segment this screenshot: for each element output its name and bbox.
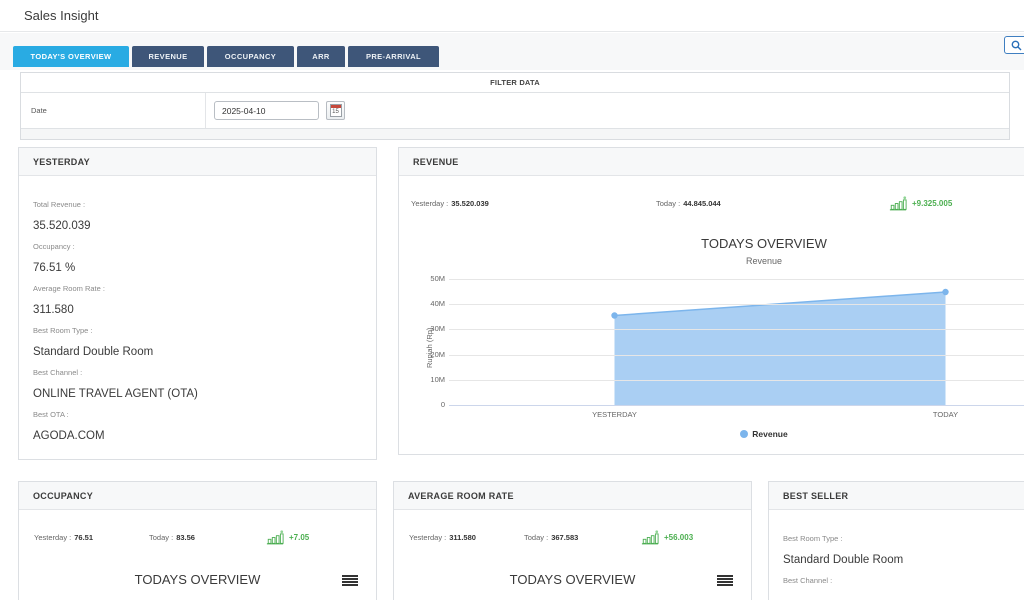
yesterday-stat: Yesterday : 311.580 bbox=[409, 528, 476, 546]
search-button[interactable] bbox=[1004, 36, 1024, 54]
field-label: Best Channel : bbox=[783, 576, 832, 585]
delta-value: +56.003 bbox=[664, 533, 693, 542]
legend-label: Revenue bbox=[752, 429, 787, 439]
average-room-rate-card: AVERAGE ROOM RATE Yesterday : 311.580 To… bbox=[393, 481, 752, 600]
chart-title: TODAYS OVERVIEW bbox=[399, 236, 1024, 251]
gridline bbox=[449, 355, 1024, 356]
field-label: Total Revenue : bbox=[33, 200, 85, 209]
tab-occupancy[interactable]: OCCUPANCY bbox=[207, 46, 294, 67]
yesterday-card-header: YESTERDAY bbox=[19, 148, 376, 176]
delta-value: +7.05 bbox=[289, 533, 309, 542]
gridline bbox=[449, 279, 1024, 280]
arr-card-title: AVERAGE ROOM RATE bbox=[394, 491, 514, 501]
growth-icon bbox=[266, 530, 284, 545]
legend-item-revenue[interactable]: Revenue bbox=[399, 429, 1024, 439]
tab-todays-overview[interactable]: TODAY'S OVERVIEW bbox=[13, 46, 129, 67]
data-point-yesterday[interactable] bbox=[611, 312, 617, 318]
revenue-card-header: REVENUE bbox=[399, 148, 1024, 176]
area-fill bbox=[615, 292, 946, 405]
gridline bbox=[449, 380, 1024, 381]
occupancy-card: OCCUPANCY Yesterday : 76.51 Today : 83.5… bbox=[18, 481, 377, 600]
x-tick-yesterday: YESTERDAY bbox=[592, 410, 637, 419]
revenue-card: REVENUE Yesterday : 35.520.039 Today : 4… bbox=[398, 147, 1024, 455]
calendar-icon: 15 bbox=[330, 104, 342, 117]
date-label: Date bbox=[21, 93, 206, 128]
yesterday-card-title: YESTERDAY bbox=[19, 157, 90, 167]
area-series bbox=[449, 279, 1024, 405]
legend-marker-icon bbox=[740, 430, 748, 438]
revenue-card-title: REVENUE bbox=[399, 157, 459, 167]
field-label: Best Room Type : bbox=[33, 326, 92, 335]
growth-icon bbox=[889, 196, 907, 211]
hamburger-icon bbox=[717, 575, 733, 577]
revenue-area-chart: YESTERDAY TODAY 010M20M30M40M50M bbox=[449, 279, 1024, 405]
search-icon bbox=[1011, 40, 1022, 51]
top-bar: Sales Insight bbox=[0, 0, 1024, 32]
field-label: Average Room Rate : bbox=[33, 284, 105, 293]
calendar-button[interactable]: 15 bbox=[326, 101, 345, 120]
best-seller-card-header: BEST SELLER bbox=[769, 482, 1024, 510]
field-value: 311.580 bbox=[33, 304, 74, 316]
date-input[interactable] bbox=[214, 101, 319, 120]
revenue-delta: +9.325.005 bbox=[889, 192, 952, 214]
gridline bbox=[449, 304, 1024, 305]
arr-delta: +56.003 bbox=[641, 526, 693, 548]
occupancy-stats-row: Yesterday : 76.51 Today : 83.56 +7.05 bbox=[19, 528, 376, 546]
today-stat: Today : 44.845.044 bbox=[656, 194, 721, 212]
arr-card-header: AVERAGE ROOM RATE bbox=[394, 482, 751, 510]
tab-pre-arrival[interactable]: PRE-ARRIVAL bbox=[348, 46, 439, 67]
y-tick-label: 10M bbox=[413, 375, 445, 384]
occupancy-card-title: OCCUPANCY bbox=[19, 491, 93, 501]
y-tick-label: 40M bbox=[413, 299, 445, 308]
field-label: Best Channel : bbox=[33, 368, 82, 377]
y-tick-label: 50M bbox=[413, 274, 445, 283]
y-tick-label: 20M bbox=[413, 350, 445, 359]
gridline bbox=[449, 329, 1024, 330]
chart-subtitle: Revenue bbox=[399, 256, 1024, 266]
revenue-stats-row: Yesterday : 35.520.039 Today : 44.845.04… bbox=[399, 194, 1024, 212]
today-stat: Today : 367.583 bbox=[524, 528, 578, 546]
delta-value: +9.325.005 bbox=[912, 199, 952, 208]
tab-revenue[interactable]: REVENUE bbox=[132, 46, 204, 67]
yesterday-stat: Yesterday : 76.51 bbox=[34, 528, 93, 546]
occupancy-chart-title: TODAYS OVERVIEW bbox=[19, 572, 376, 587]
today-stat: Today : 83.56 bbox=[149, 528, 195, 546]
occupancy-delta: +7.05 bbox=[266, 526, 309, 548]
field-label: Best OTA : bbox=[33, 410, 69, 419]
y-tick-label: 0 bbox=[413, 400, 445, 409]
y-tick-label: 30M bbox=[413, 324, 445, 333]
page-title: Sales Insight bbox=[24, 0, 98, 32]
field-label: Occupancy : bbox=[33, 242, 75, 251]
field-value: 35.520.039 bbox=[33, 220, 91, 232]
chart-menu-button[interactable] bbox=[342, 573, 358, 588]
chart-menu-button[interactable] bbox=[717, 573, 733, 588]
calendar-day-number: 15 bbox=[331, 109, 341, 115]
tab-arr[interactable]: ARR bbox=[297, 46, 345, 67]
filter-footer-strip bbox=[21, 129, 1009, 139]
sales-insight-page: Sales Insight TODAY'S OVERVIEW REVENUE O… bbox=[0, 0, 1024, 600]
yesterday-card: YESTERDAY Total Revenue : 35.520.039 Occ… bbox=[18, 147, 377, 460]
x-tick-today: TODAY bbox=[933, 410, 958, 419]
data-point-today[interactable] bbox=[942, 289, 948, 295]
tab-bar: TODAY'S OVERVIEW REVENUE OCCUPANCY ARR P… bbox=[13, 46, 442, 67]
occupancy-card-header: OCCUPANCY bbox=[19, 482, 376, 510]
filter-panel: FILTER DATA Date 15 bbox=[20, 72, 1010, 140]
growth-icon bbox=[641, 530, 659, 545]
field-value: Standard Double Room bbox=[783, 554, 903, 566]
field-value: AGODA.COM bbox=[33, 430, 105, 442]
hamburger-icon bbox=[342, 575, 358, 577]
field-label: Best Room Type : bbox=[783, 534, 842, 543]
best-seller-card: BEST SELLER Best Room Type : Standard Do… bbox=[768, 481, 1024, 600]
field-value: ONLINE TRAVEL AGENT (OTA) bbox=[33, 388, 198, 400]
filter-date-row: Date 15 bbox=[21, 93, 1009, 129]
yesterday-stat: Yesterday : 35.520.039 bbox=[411, 194, 489, 212]
filter-title: FILTER DATA bbox=[21, 73, 1009, 93]
best-seller-card-title: BEST SELLER bbox=[769, 491, 848, 501]
gridline bbox=[449, 405, 1024, 406]
field-value: Standard Double Room bbox=[33, 346, 153, 358]
field-value: 76.51 % bbox=[33, 262, 75, 274]
arr-stats-row: Yesterday : 311.580 Today : 367.583 +56.… bbox=[394, 528, 751, 546]
arr-chart-title: TODAYS OVERVIEW bbox=[394, 572, 751, 587]
